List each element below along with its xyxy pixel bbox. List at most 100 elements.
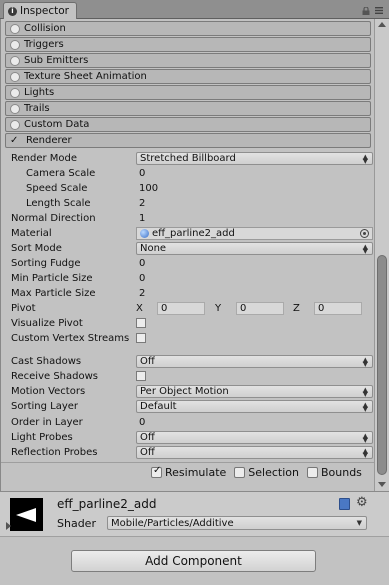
module-trails[interactable]: Trails [5, 101, 371, 116]
add-component-button[interactable]: Add Component [71, 550, 316, 572]
divider [1, 462, 374, 463]
prop-label: Order in Layer [11, 417, 83, 428]
prop-label: Receive Shadows [11, 371, 98, 382]
module-toggle[interactable] [10, 39, 20, 50]
prop-custom-vertex-streams: Custom Vertex Streams [9, 331, 369, 346]
dropdown-arrow-icon: ▲ ▼ [362, 356, 368, 368]
selection-label: Selection [248, 466, 299, 479]
prop-reflection-probes: Reflection Probes Off ▲ ▼ [9, 445, 373, 460]
length-scale-field[interactable]: 2 [136, 197, 373, 210]
light-probes-dropdown[interactable]: Off ▲ ▼ [136, 431, 373, 444]
help-book-icon[interactable] [339, 498, 350, 510]
prop-label: Motion Vectors [11, 386, 86, 397]
dropdown-arrow-icon: ▲ ▼ [362, 153, 368, 165]
scroll-down-arrow-icon[interactable] [378, 482, 386, 487]
module-renderer[interactable]: ✓ Renderer [5, 133, 371, 148]
gear-icon[interactable]: ⚙ [356, 496, 372, 510]
speed-scale-field[interactable]: 100 [136, 182, 373, 195]
prop-label: Custom Vertex Streams [11, 333, 130, 344]
module-label: Trails [24, 103, 50, 114]
shader-dropdown[interactable]: Mobile/Particles/Additive ▼ [107, 516, 367, 530]
bounds-toggle[interactable]: Bounds [306, 466, 362, 479]
module-toggle[interactable] [10, 55, 20, 66]
prop-label: Pivot [11, 303, 36, 314]
module-toggle[interactable] [10, 87, 20, 98]
dropdown-value: Per Object Motion [140, 386, 229, 397]
module-collision[interactable]: Collision [5, 21, 371, 36]
object-picker-icon[interactable] [360, 229, 369, 238]
checkmark-icon[interactable]: ✓ [10, 135, 22, 146]
resimulate-toggle[interactable]: Resimulate [151, 465, 226, 479]
dropdown-value: Off [140, 447, 155, 458]
info-icon: i [8, 6, 17, 16]
pivot-y-field[interactable]: 0 [236, 302, 284, 315]
pivot-z-field[interactable]: 0 [314, 302, 362, 315]
max-particle-size-field[interactable]: 2 [136, 287, 373, 300]
material-name: eff_parline2_add [57, 497, 157, 511]
custom-vertex-streams-checkbox[interactable] [136, 333, 146, 343]
module-label: Lights [24, 87, 55, 98]
scroll-up-arrow-icon[interactable] [378, 22, 386, 27]
module-custom-data[interactable]: Custom Data [5, 117, 371, 132]
prop-label: Min Particle Size [11, 273, 93, 284]
prop-order-in-layer: Order in Layer 0 [9, 415, 369, 430]
module-toggle[interactable] [10, 71, 20, 82]
pivot-x-field[interactable]: 0 [157, 302, 205, 315]
pivot-y-label[interactable]: Y [215, 303, 221, 314]
prop-label: Material [11, 228, 52, 239]
prop-label: Reflection Probes [11, 447, 98, 458]
tab-inspector-label: Inspector [20, 5, 69, 17]
prop-sort-mode: Sort Mode None ▲ ▼ [9, 241, 373, 256]
dropdown-arrow-icon: ▲ ▼ [362, 447, 368, 459]
selection-toggle[interactable]: Selection [234, 466, 299, 479]
foldout-arrow-icon[interactable] [6, 522, 11, 530]
module-label: Triggers [24, 39, 64, 50]
prop-label: Render Mode [11, 153, 78, 164]
cast-shadows-dropdown[interactable]: Off ▲ ▼ [136, 355, 373, 368]
prop-label: Light Probes [11, 432, 73, 443]
min-particle-size-field[interactable]: 0 [136, 272, 373, 285]
motion-vectors-dropdown[interactable]: Per Object Motion ▲ ▼ [136, 385, 373, 398]
dropdown-value: Stretched Billboard [140, 153, 236, 164]
lock-icon[interactable] [362, 7, 370, 15]
prop-normal-direction: Normal Direction 1 [9, 211, 369, 226]
scrollbar-thumb[interactable] [377, 255, 387, 475]
module-triggers[interactable]: Triggers [5, 37, 371, 52]
dropdown-value: Default [140, 401, 177, 412]
camera-scale-field[interactable]: 0 [136, 167, 373, 180]
render-mode-dropdown[interactable]: Stretched Billboard ▲ ▼ [136, 152, 373, 165]
material-sphere-icon [140, 229, 149, 238]
prop-material: Material eff_parline2_add [9, 226, 373, 241]
module-label: Renderer [26, 135, 72, 146]
dropdown-value: Off [140, 432, 155, 443]
selection-checkbox[interactable] [234, 467, 246, 478]
pivot-z-label[interactable]: Z [293, 303, 300, 314]
module-toggle[interactable] [10, 103, 20, 114]
normal-direction-field[interactable]: 1 [136, 212, 373, 225]
pivot-x-label[interactable]: X [136, 303, 143, 314]
dropdown-arrow-icon: ▲ ▼ [362, 432, 368, 444]
module-sub-emitters[interactable]: Sub Emitters [5, 53, 371, 68]
sorting-fudge-field[interactable]: 0 [136, 257, 373, 270]
order-in-layer-field[interactable]: 0 [136, 416, 373, 429]
dropdown-arrow-icon: ▲ ▼ [362, 243, 368, 255]
sort-mode-dropdown[interactable]: None ▲ ▼ [136, 242, 373, 255]
module-toggle[interactable] [10, 119, 20, 130]
dropdown-arrow-icon: ▲ ▼ [362, 386, 368, 398]
vertical-scrollbar[interactable] [374, 19, 389, 491]
resimulate-checkbox[interactable] [151, 465, 162, 478]
visualize-pivot-checkbox[interactable] [136, 318, 146, 328]
prop-label: Max Particle Size [11, 288, 96, 299]
prop-label: Normal Direction [11, 213, 96, 224]
material-preview-thumbnail [10, 498, 43, 531]
material-object-field[interactable]: eff_parline2_add [136, 227, 373, 240]
bounds-checkbox[interactable] [306, 467, 318, 478]
receive-shadows-checkbox[interactable] [136, 371, 146, 381]
sorting-layer-dropdown[interactable]: Default ▲ ▼ [136, 400, 373, 413]
module-toggle[interactable] [10, 23, 20, 34]
tab-inspector[interactable]: i Inspector [3, 2, 77, 19]
module-texture-sheet-animation[interactable]: Texture Sheet Animation [5, 69, 371, 84]
menu-icon[interactable] [375, 7, 383, 14]
reflection-probes-dropdown[interactable]: Off ▲ ▼ [136, 446, 373, 459]
module-lights[interactable]: Lights [5, 85, 371, 100]
